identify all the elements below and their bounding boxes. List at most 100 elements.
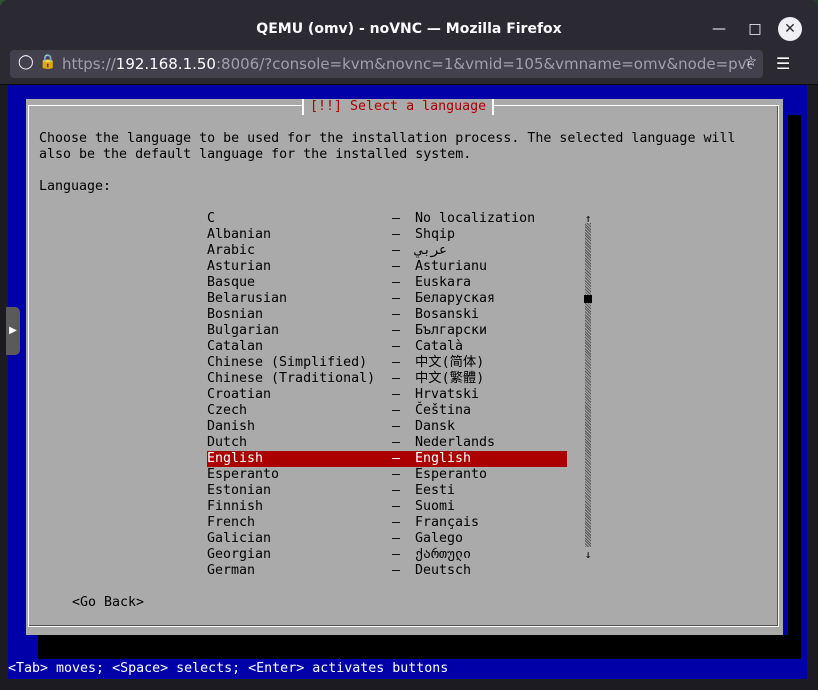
language-separator: – bbox=[392, 435, 401, 450]
language-separator: – bbox=[392, 467, 401, 482]
language-name: Basque bbox=[207, 275, 256, 290]
url-bar[interactable]: ◯ 🔒 https://192.168.1.50:8006/?console=k… bbox=[10, 50, 763, 78]
language-native-name: No localization bbox=[415, 211, 536, 226]
dialog-shadow-right bbox=[788, 115, 801, 665]
language-native-name: Čeština bbox=[415, 403, 472, 418]
maximize-icon[interactable]: □ bbox=[743, 17, 767, 41]
novnc-control-bar-handle[interactable]: ▶ bbox=[6, 307, 20, 355]
language-option[interactable]: French – Français bbox=[207, 515, 587, 531]
language-option[interactable]: Basque – Euskara bbox=[207, 275, 587, 291]
language-option[interactable]: Dutch – Nederlands bbox=[207, 435, 587, 451]
dialog-shadow-bottom bbox=[38, 635, 801, 660]
dialog-title: [!!] Select a language bbox=[302, 99, 495, 115]
bookmark-star-icon[interactable]: ☆ bbox=[744, 54, 757, 70]
language-native-name: Bosanski bbox=[415, 307, 480, 322]
list-scrollbar[interactable]: ↑ ↓ bbox=[583, 211, 593, 563]
language-name: German bbox=[207, 563, 256, 578]
language-name: Esperanto bbox=[207, 467, 280, 482]
url-text[interactable]: https://192.168.1.50:8006/?console=kvm&n… bbox=[62, 50, 752, 78]
language-option[interactable]: Asturian – Asturianu bbox=[207, 259, 587, 275]
language-separator: – bbox=[392, 307, 401, 322]
nav-bar: ◯ 🔒 https://192.168.1.50:8006/?console=k… bbox=[0, 46, 818, 85]
language-option[interactable]: Georgian – ქართული bbox=[207, 547, 587, 563]
language-native-name: ქართული bbox=[415, 547, 472, 562]
language-name: Dutch bbox=[207, 435, 248, 450]
installer-screen[interactable]: [!!] Select a language Choose the langua… bbox=[8, 85, 807, 679]
language-name: Galician bbox=[207, 531, 272, 546]
lock-icon[interactable]: 🔒 bbox=[39, 54, 56, 70]
language-name: Croatian bbox=[207, 387, 272, 402]
scroll-thumb[interactable] bbox=[584, 295, 592, 303]
language-separator: – bbox=[392, 259, 401, 274]
language-native-name: Suomi bbox=[415, 499, 456, 514]
language-name: Czech bbox=[207, 403, 248, 418]
description-line-1: Choose the language to be used for the i… bbox=[39, 131, 736, 146]
language-separator: – bbox=[392, 291, 401, 306]
minimize-icon[interactable]: — bbox=[707, 17, 731, 41]
language-option[interactable]: Chinese (Traditional) – 中文(繁體) bbox=[207, 371, 587, 387]
language-option[interactable]: Albanian – Shqip bbox=[207, 227, 587, 243]
language-separator: – bbox=[392, 563, 401, 578]
language-name: Finnish bbox=[207, 499, 264, 514]
language-option[interactable]: Bosnian – Bosanski bbox=[207, 307, 587, 323]
language-separator: – bbox=[392, 339, 401, 354]
language-native-name: Esperanto bbox=[415, 467, 488, 482]
hamburger-menu-icon[interactable]: ☰ bbox=[776, 54, 790, 73]
language-option[interactable]: Arabic – عربي bbox=[207, 243, 587, 259]
scroll-down-arrow-icon[interactable]: ↓ bbox=[583, 547, 593, 563]
language-option[interactable]: Finnish – Suomi bbox=[207, 499, 587, 515]
language-option[interactable]: Chinese (Simplified) – 中文(简体) bbox=[207, 355, 587, 371]
language-option[interactable]: Esperanto – Esperanto bbox=[207, 467, 587, 483]
language-name: Danish bbox=[207, 419, 256, 434]
language-separator: – bbox=[392, 419, 401, 434]
language-separator: – bbox=[392, 483, 401, 498]
language-separator: – bbox=[392, 355, 401, 370]
close-icon[interactable]: ✕ bbox=[778, 17, 802, 41]
description-line-2: also be the default language for the ins… bbox=[39, 147, 472, 162]
firefox-window: QEMU (omv) - noVNC — Mozilla Firefox — □… bbox=[0, 0, 818, 690]
language-option[interactable]: Galician – Galego bbox=[207, 531, 587, 547]
language-native-name: Nederlands bbox=[415, 435, 496, 450]
go-back-button[interactable]: <Go Back> bbox=[72, 595, 144, 611]
language-name: Bulgarian bbox=[207, 323, 280, 338]
language-native-name: Български bbox=[415, 323, 488, 338]
language-separator: – bbox=[392, 323, 401, 338]
chevron-right-icon: ▶ bbox=[9, 325, 17, 336]
language-name: Asturian bbox=[207, 259, 272, 274]
language-name: C bbox=[207, 211, 216, 226]
shield-icon[interactable]: ◯ bbox=[18, 54, 34, 70]
language-separator: – bbox=[392, 403, 401, 418]
language-name: Catalan bbox=[207, 339, 264, 354]
language-option[interactable]: Danish – Dansk bbox=[207, 419, 587, 435]
vnc-viewport[interactable]: [!!] Select a language Choose the langua… bbox=[0, 85, 818, 690]
language-separator: – bbox=[392, 499, 401, 514]
title-bar: QEMU (omv) - noVNC — Mozilla Firefox — □… bbox=[0, 0, 818, 46]
language-list[interactable]: C – No localization Albanian – Shqip Arabic – عر… bbox=[207, 211, 587, 579]
language-native-name: Dansk bbox=[415, 419, 456, 434]
url-prefix: https:// bbox=[62, 55, 116, 73]
language-native-name: 中文(简体) bbox=[415, 355, 485, 370]
language-name: Chinese (Simplified) bbox=[207, 355, 368, 370]
language-native-name: Eesti bbox=[415, 483, 456, 498]
language-name: Estonian bbox=[207, 483, 272, 498]
status-bar: <Tab> moves; <Space> selects; <Enter> ac… bbox=[8, 659, 807, 679]
language-option[interactable]: C – No localization bbox=[207, 211, 587, 227]
language-name: Arabic bbox=[207, 243, 256, 258]
language-separator: – bbox=[392, 451, 401, 466]
language-option[interactable]: Czech – Čeština bbox=[207, 403, 587, 419]
language-option-selected[interactable]: English – English bbox=[207, 451, 567, 467]
language-option[interactable]: German – Deutsch bbox=[207, 563, 587, 579]
language-option[interactable]: Croatian – Hrvatski bbox=[207, 387, 587, 403]
language-dialog: [!!] Select a language Choose the langua… bbox=[26, 99, 783, 635]
language-option[interactable]: Estonian – Eesti bbox=[207, 483, 587, 499]
language-separator: – bbox=[392, 227, 401, 242]
scroll-track[interactable] bbox=[585, 223, 591, 547]
language-native-name: Shqip bbox=[415, 227, 456, 242]
language-option[interactable]: Belarusian – Беларуская bbox=[207, 291, 587, 307]
language-name: Albanian bbox=[207, 227, 272, 242]
language-separator: – bbox=[392, 243, 401, 258]
language-native-name: Euskara bbox=[415, 275, 472, 290]
language-option[interactable]: Bulgarian – Български bbox=[207, 323, 587, 339]
language-native-name: عربي bbox=[415, 243, 448, 258]
language-option[interactable]: Catalan – Català bbox=[207, 339, 587, 355]
